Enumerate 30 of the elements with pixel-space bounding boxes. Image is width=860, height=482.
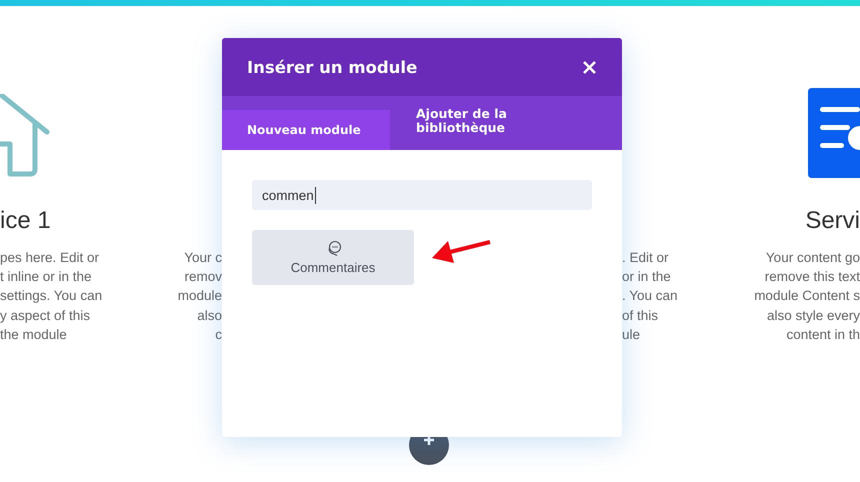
service-text: Your c [183, 249, 222, 267]
arrow-annotation [432, 238, 492, 264]
service-text: module Content s [754, 287, 860, 306]
service-text: also style every [766, 306, 860, 325]
search-field[interactable]: commen [252, 180, 592, 210]
service-text: remov [183, 268, 222, 286]
service-text: remove this text [764, 268, 860, 286]
dialog-title: Insérer un module [247, 58, 418, 76]
service-text: . You can [622, 287, 678, 306]
service-text: or in the [622, 268, 672, 286]
service-text: also [196, 306, 222, 325]
tab[interactable]: Ajouter de la bibliothèque [390, 96, 560, 150]
service-text: t inline or in the [0, 268, 93, 286]
module-button[interactable]: Commentaires [252, 230, 414, 285]
service-heading: ice 1 [0, 206, 51, 236]
service-text: module [178, 287, 222, 306]
service-heading: Servi [805, 206, 860, 236]
service-text: c [214, 326, 222, 344]
service-text: pes here. Edit or [0, 249, 100, 267]
tab[interactable]: Nouveau module [222, 110, 390, 150]
service-text: Your content go [764, 249, 860, 267]
service-text: settings. You can [0, 287, 102, 306]
close-icon[interactable] [583, 60, 596, 74]
service-text: . Edit or [622, 249, 670, 267]
service-text: the module [0, 326, 68, 344]
service-text: ule [622, 326, 642, 344]
service-text: of this [622, 306, 660, 325]
service-text: y aspect of this [0, 306, 92, 325]
service-text: content in th [785, 326, 860, 344]
house-icon [0, 94, 50, 178]
